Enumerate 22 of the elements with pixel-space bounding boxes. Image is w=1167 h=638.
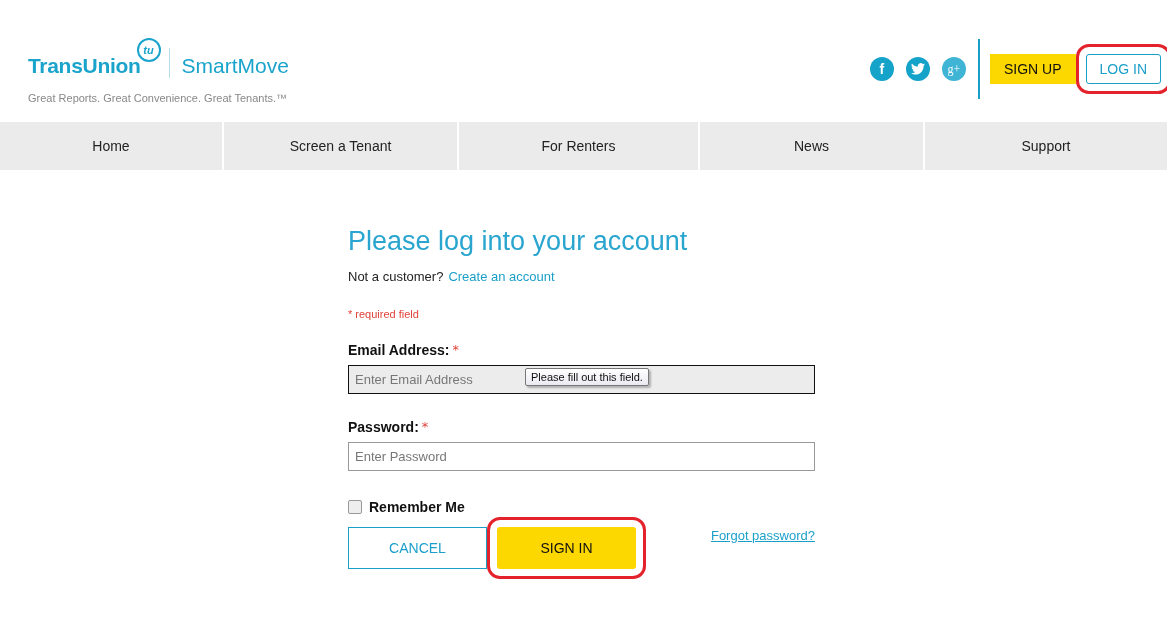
brand-badge-icon: tu (136, 38, 161, 62)
nav-tab[interactable]: Support (925, 122, 1167, 170)
sign-in-button[interactable]: SIGN IN (497, 527, 636, 569)
validation-tooltip: Please fill out this field. (525, 368, 649, 386)
sign-up-button[interactable]: SIGN UP (989, 54, 1076, 84)
input-field[interactable]: Enter Password (348, 442, 815, 471)
field-label: Email Address: (348, 342, 450, 358)
tagline: Great Reports. Great Convenience. Great Tenants.™ (28, 92, 289, 104)
remember-label: Remember Me (369, 499, 465, 515)
required-note: * required field (348, 308, 419, 320)
nav-tab[interactable]: News (700, 122, 923, 170)
nav-tab[interactable]: For Renters (459, 122, 698, 170)
field-label: Password: (348, 419, 419, 435)
nav-tab[interactable]: Screen a Tenant (224, 122, 457, 170)
prompt-text: Not a customer? (348, 269, 444, 284)
nav-tab[interactable]: Home (0, 122, 222, 170)
remember-checkbox[interactable] (348, 500, 362, 514)
page-title: Please log into your account (348, 226, 688, 257)
twitter-bird-icon[interactable] (905, 57, 930, 81)
required-mark: * (421, 419, 429, 435)
required-mark: * (452, 342, 459, 358)
product-name: SmartMove (181, 54, 289, 78)
